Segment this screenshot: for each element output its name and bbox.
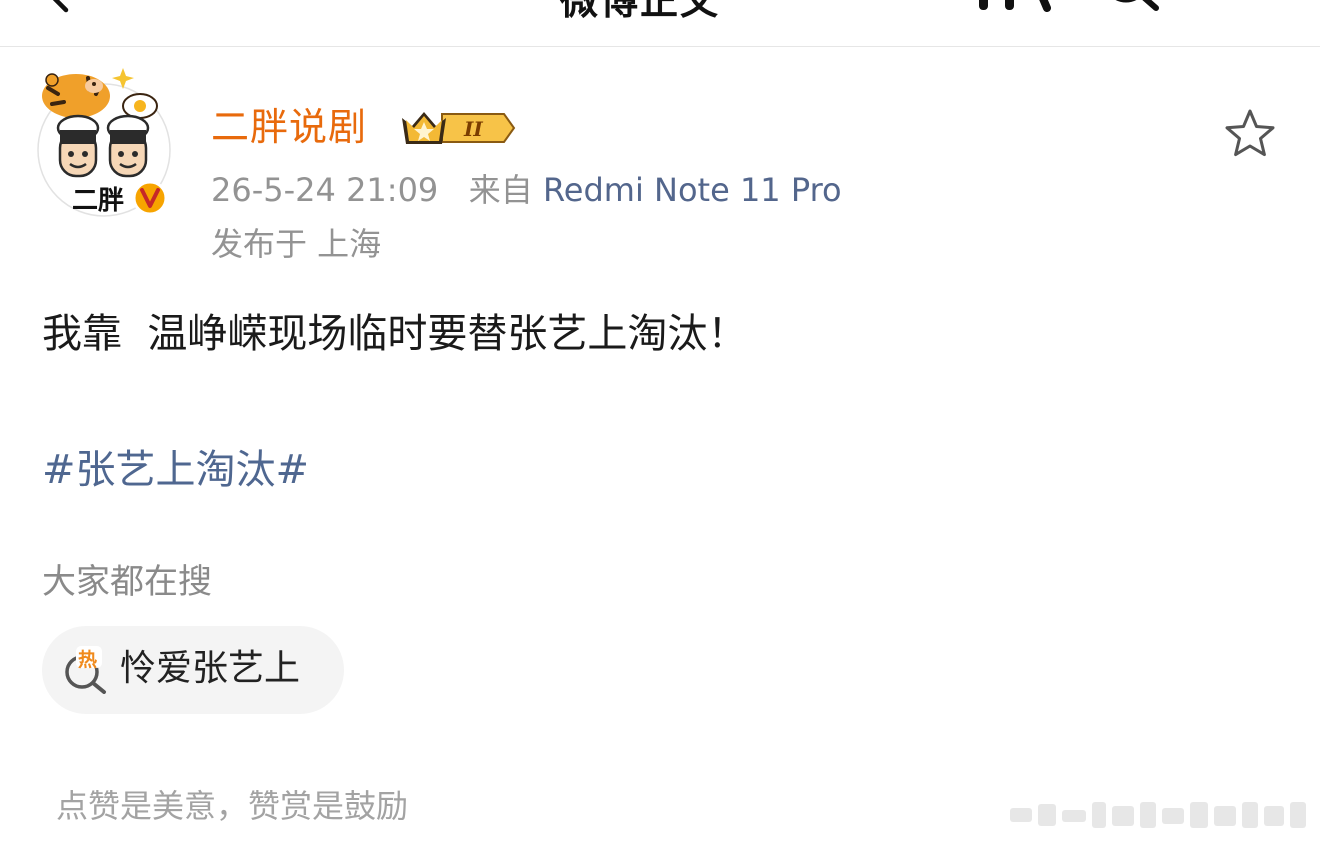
svg-text:II: II [463, 117, 483, 141]
hot-search-chip[interactable]: 热 怜爱张艺上 [42, 626, 344, 714]
author-name[interactable]: 二胖说剧 [211, 102, 367, 152]
device-link[interactable]: Redmi Note 11 Pro [543, 171, 842, 209]
hashtag-link[interactable]: #张艺上淘汰# [42, 442, 309, 498]
post-text: 我靠 温峥嵘现场临时要替张艺上淘汰！ [42, 311, 748, 357]
svg-text:热: 热 [78, 648, 97, 671]
star-icon[interactable] [1222, 106, 1278, 162]
source-prefix: 来自 [468, 171, 533, 209]
everyone-searching-heading: 大家都在搜 [42, 562, 212, 602]
tiger-icon [42, 73, 110, 118]
weibo-post-page: 微博正文 二胖 二胖说剧 II 26-5-24 21:09 来自 Redmi N… [0, 0, 1320, 843]
crown-vip-level-badge[interactable]: II [398, 106, 516, 150]
reward-prompt-text: 点赞是美意，赞赏是鼓励 [56, 787, 409, 825]
post-location: 发布于 上海 [211, 225, 382, 263]
hot-search-icon: 热 [65, 646, 106, 694]
post-meta: 26-5-24 21:09 来自 Redmi Note 11 Pro [211, 168, 842, 212]
orange-v-verified-icon [132, 180, 168, 216]
top-nav-bar: 微博正文 [0, 0, 1320, 47]
chef-figure-right [106, 114, 150, 178]
hot-search-chip-label: 怜爱张艺上 [120, 648, 301, 689]
chef-figure-left [56, 114, 100, 178]
author-avatar[interactable]: 二胖 [34, 64, 174, 220]
post-timestamp: 26-5-24 21:09 [211, 171, 439, 209]
watermark-icon [1010, 802, 1306, 828]
search-icon[interactable] [1100, 0, 1166, 14]
back-arrow-icon[interactable] [40, 0, 80, 18]
nav-title: 微博正文 [560, 0, 721, 23]
more-icon[interactable] [975, 0, 1065, 12]
svg-text:二胖: 二胖 [72, 186, 124, 216]
